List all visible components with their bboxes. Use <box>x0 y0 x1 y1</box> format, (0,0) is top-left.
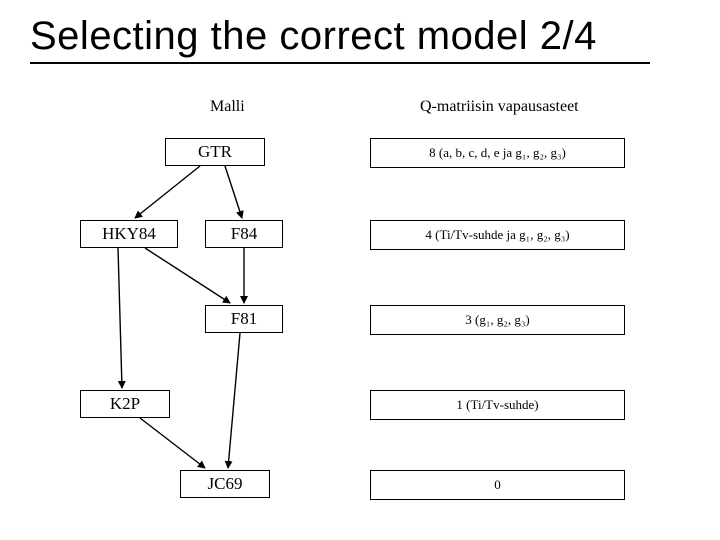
node-hky84: HKY84 <box>80 220 178 248</box>
column-header-dof: Q-matriisin vapausasteet <box>420 98 579 116</box>
dof-k2p: 1 (Ti/Tv-suhde) <box>370 390 625 420</box>
page-title: Selecting the correct model 2/4 <box>30 14 597 59</box>
dof-hky: 4 (Ti/Tv-suhde ja g₁, g₂, g₃) <box>370 220 625 250</box>
node-k2p: K2P <box>80 390 170 418</box>
column-header-model: Malli <box>210 98 245 116</box>
node-gtr: GTR <box>165 138 265 166</box>
node-jc69: JC69 <box>180 470 270 498</box>
node-f81: F81 <box>205 305 283 333</box>
title-underline <box>30 62 650 64</box>
node-f84: F84 <box>205 220 283 248</box>
dof-gtr: 8 (a, b, c, d, e ja g₁, g₂, g₃) <box>370 138 625 168</box>
flowchart-arrows <box>0 0 720 540</box>
dof-jc69: 0 <box>370 470 625 500</box>
dof-f81: 3 (g₁, g₂, g₃) <box>370 305 625 335</box>
